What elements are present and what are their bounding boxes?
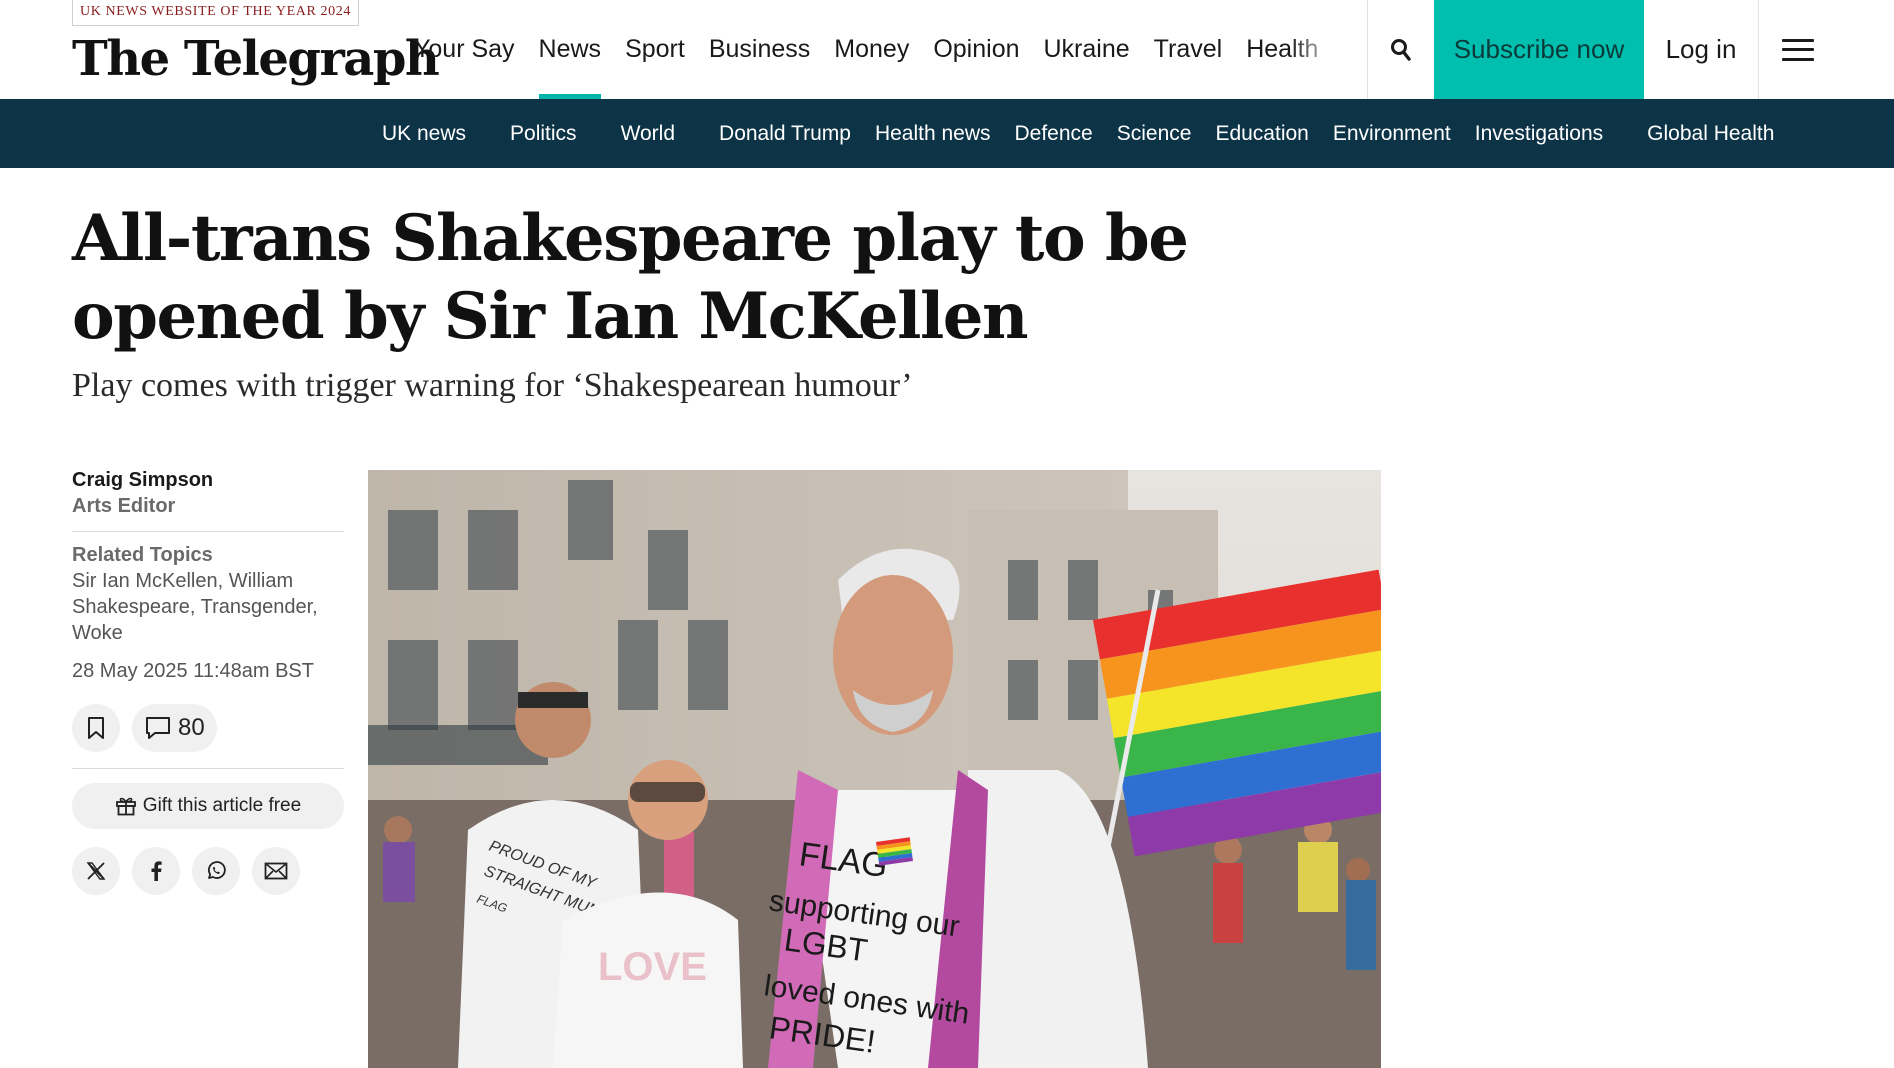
menu-button[interactable]	[1759, 0, 1836, 99]
nav-item-your-say[interactable]: Your Say	[402, 0, 527, 99]
nav-item-travel[interactable]: Travel	[1142, 0, 1235, 99]
gift-icon	[115, 797, 136, 816]
comment-icon	[146, 717, 170, 739]
related-topics-links[interactable]: Sir Ian McKellen, William Shakespeare, T…	[72, 568, 344, 646]
nav-item-money[interactable]: Money	[822, 0, 921, 99]
nav-item-news[interactable]: News	[527, 0, 614, 99]
subnav-item-education[interactable]: Education	[1203, 122, 1320, 146]
center-shirt-text: LOVE	[598, 945, 707, 989]
subnav-item-environment[interactable]: Environment	[1321, 122, 1463, 146]
nav-item-opinion[interactable]: Opinion	[921, 0, 1031, 99]
nav-item-sport[interactable]: Sport	[613, 0, 697, 99]
divider	[72, 531, 344, 532]
search-button[interactable]	[1368, 0, 1434, 99]
subscribe-button[interactable]: Subscribe now	[1434, 0, 1644, 99]
subnav-item-health-news[interactable]: Health news	[863, 122, 1003, 146]
divider	[72, 768, 344, 769]
whatsapp-icon	[207, 861, 226, 879]
bookmark-icon	[88, 717, 104, 739]
x-icon	[86, 862, 106, 880]
subnav-item-defence[interactable]: Defence	[1003, 122, 1105, 146]
main-nav: Your Say News Sport Business Money Opini…	[402, 0, 1352, 99]
article-hero-image[interactable]: PROUD OF MY STRAIGHT MUM FLAG LOVE FLAG …	[368, 470, 1381, 1068]
article-actions: 80	[72, 704, 344, 752]
subnav-item-uk-news[interactable]: UK news	[370, 122, 478, 146]
subnav-item-politics[interactable]: Politics	[498, 122, 589, 146]
share-whatsapp-button[interactable]	[192, 847, 240, 895]
bookmark-button[interactable]	[72, 704, 120, 752]
article-byline: Craig Simpson Arts Editor Related Topics…	[72, 467, 344, 895]
subnav-item-global-health[interactable]: Global Health	[1635, 122, 1786, 146]
nav-item-business[interactable]: Business	[697, 0, 822, 99]
author-role: Arts Editor	[72, 495, 176, 517]
share-x-button[interactable]	[72, 847, 120, 895]
search-icon	[1391, 38, 1411, 61]
section-subnav: UK news Politics World Donald Trump Heal…	[0, 99, 1894, 168]
login-button[interactable]: Log in	[1644, 0, 1758, 99]
article-standfirst: Play comes with trigger warning for ‘Sha…	[72, 367, 913, 404]
article-date: 28 May 2025 11:48am BST	[72, 660, 314, 682]
gift-article-label: Gift this article free	[142, 795, 302, 816]
hamburger-menu-icon	[1781, 38, 1814, 61]
subnav-item-donald-trump[interactable]: Donald Trump	[707, 122, 863, 146]
comment-count: 80	[178, 714, 205, 741]
gift-article-button[interactable]: Gift this article free	[72, 783, 344, 829]
nav-item-ukraine[interactable]: Ukraine	[1032, 0, 1142, 99]
nav-fade-overlay	[1290, 0, 1352, 99]
related-topics-label: Related Topics	[72, 544, 213, 566]
share-bar	[72, 847, 344, 895]
site-header: UK NEWS WEBSITE OF THE YEAR 2024 The Tel…	[0, 0, 1894, 99]
author-name[interactable]: Craig Simpson	[72, 467, 344, 493]
pride-parade-photo: PROUD OF MY STRAIGHT MUM FLAG LOVE FLAG …	[368, 470, 1381, 1068]
comments-button[interactable]: 80	[132, 704, 217, 752]
subnav-item-world[interactable]: World	[609, 122, 687, 146]
subnav-item-science[interactable]: Science	[1105, 122, 1204, 146]
share-email-button[interactable]	[252, 847, 300, 895]
article-headline: All-trans Shakespeare play to be opened …	[72, 201, 1189, 354]
share-facebook-button[interactable]	[132, 847, 180, 895]
email-icon	[264, 862, 288, 880]
award-badge: UK NEWS WEBSITE OF THE YEAR 2024	[72, 0, 359, 26]
subnav-item-investigations[interactable]: Investigations	[1463, 122, 1615, 146]
facebook-icon	[151, 861, 162, 881]
telegraph-logo[interactable]: The Telegraph	[72, 30, 440, 88]
